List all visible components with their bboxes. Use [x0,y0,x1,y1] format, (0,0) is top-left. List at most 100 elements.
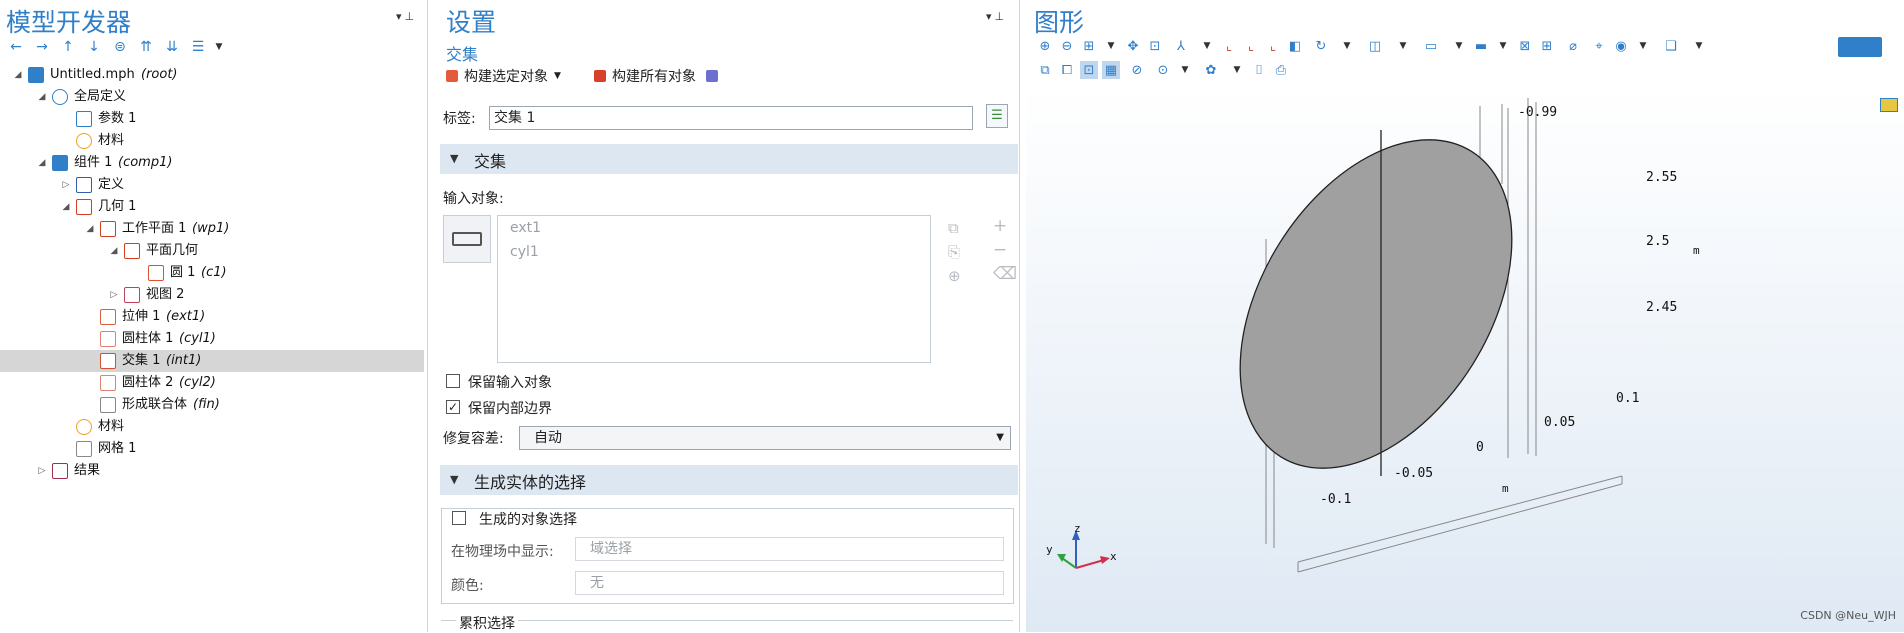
zoom-selection-icon[interactable]: ⊕ [948,264,961,288]
show-icon[interactable]: ⊜ [110,37,130,57]
expand-icon[interactable]: ▷ [108,284,120,306]
tree-node[interactable]: ◢ 几何 1 [0,196,424,218]
show-in-physics-select[interactable]: 域选择 [575,537,1004,561]
view-yz-icon[interactable]: ⌞ [1242,37,1260,55]
tree-node[interactable]: ◢ 组件 1 (comp1) [0,152,424,174]
select-domains-icon[interactable]: ▭ [1416,37,1446,55]
collapse-icon[interactable]: ◢ [12,64,24,86]
zoom-out-icon[interactable]: ⊖ [1058,37,1076,55]
collapse-icon[interactable]: ◢ [108,240,120,262]
chevron-down-icon[interactable]: ▼ [1102,37,1120,55]
zoom-box-icon[interactable]: ⊞ [1080,37,1098,55]
color-select[interactable]: 无 [575,571,1004,595]
collapse-icon[interactable]: ◢ [36,86,48,108]
tree-node[interactable]: ◢ Untitled.mph (root) [0,64,424,86]
clipping-icon[interactable]: ⊘ [1124,61,1150,79]
back-arrow-icon[interactable]: ← [6,37,26,57]
select-objects-icon[interactable]: ◫ [1360,37,1390,55]
chevron-down-icon[interactable]: ▼ [1690,37,1708,55]
tree-node[interactable]: ◢ 工作平面 1 (wp1) [0,218,424,240]
hide-icon[interactable]: ⌀ [1560,37,1586,55]
chevron-down-icon[interactable]: ▼ [1494,37,1512,55]
tree-node[interactable]: 圆 1 (c1) [0,262,424,284]
panel-menu-icon[interactable]: ▾⊥ [396,10,417,23]
expand-icon[interactable]: ▷ [36,460,48,482]
speaker-toggle-icon[interactable] [1838,37,1882,57]
tree-node[interactable]: 拉伸 1 (ext1) [0,306,424,328]
collapse-icon[interactable]: ◢ [60,196,72,218]
show-axes-icon[interactable]: ▦ [1102,61,1120,79]
chevron-down-icon[interactable]: ▼ [554,71,561,81]
zoom-in-icon[interactable]: ⊕ [1036,37,1054,55]
chevron-down-icon[interactable]: ▼ [1176,61,1194,79]
selection-toggle-button[interactable] [443,215,491,263]
visibility-icon[interactable]: ◉ [1612,37,1630,55]
tree-node[interactable]: 材料 [0,416,424,438]
move-down-icon[interactable]: ↓ [84,37,104,57]
section-intersection[interactable]: ▼ 交集 [440,144,1018,174]
pin-icon[interactable]: ⊥ [405,10,418,23]
collapse-icon[interactable]: ◢ [36,152,48,174]
select-boundaries-icon[interactable]: ▬ [1472,37,1490,55]
add-icon[interactable]: + [993,214,1017,238]
chevron-down-icon[interactable]: ▼ [1394,37,1412,55]
remove-icon[interactable]: − [993,238,1017,262]
paste-icon[interactable]: ⎘ [948,240,961,264]
transparency-icon[interactable]: ⊡ [1146,37,1164,55]
tree-node[interactable]: 形成联合体 (fin) [0,394,424,416]
chevron-down-icon[interactable]: ▼ [1228,61,1246,79]
build-selected-button[interactable]: 构建选定对象 ▼ [446,66,561,86]
tree-node[interactable]: ▷ 结果 [0,460,424,482]
tree-node[interactable]: ◢ 平面几何 [0,240,424,262]
chevron-down-icon[interactable]: ▼ [214,37,224,57]
zoom-selected-icon[interactable]: ⊠ [1516,37,1534,55]
tree-node[interactable]: 材料 [0,130,424,152]
tree-node[interactable]: ◢ 全局定义 [0,86,424,108]
camera-icon[interactable]: ⌷ [1250,61,1268,79]
wireframe-icon[interactable]: ⧉ [1036,61,1054,79]
keep-interior-checkbox[interactable]: ✓ [446,400,460,414]
tree-node[interactable]: 圆柱体 2 (cyl2) [0,372,424,394]
forward-arrow-icon[interactable]: → [32,37,52,57]
go-to-view-icon[interactable]: ◧ [1286,37,1304,55]
pin-icon[interactable]: ⊥ [995,10,1008,23]
repair-tolerance-select[interactable]: 自动 ▼ [519,426,1011,450]
chevron-down-icon[interactable]: ▼ [1450,37,1468,55]
tree-node[interactable]: 交集 1 (int1) [0,350,424,372]
image-snapshot-icon[interactable] [1880,98,1898,112]
clear-icon[interactable]: ⌫ [993,262,1017,286]
move-up-icon[interactable]: ↑ [58,37,78,57]
chevron-down-icon[interactable]: ▼ [1338,37,1356,55]
expand-all-icon[interactable]: ⇈ [136,37,156,57]
show-objects-icon[interactable]: ⌖ [1590,37,1608,55]
keep-input-checkbox[interactable] [446,374,460,388]
view-xy-icon[interactable]: ⌞ [1220,37,1238,55]
graphics-viewport[interactable] [1026,84,1904,632]
zoom-extents-icon[interactable]: ✥ [1124,37,1142,55]
select-all-icon[interactable]: ⊞ [1538,37,1556,55]
collapse-icon[interactable]: ◢ [84,218,96,240]
copy-icon[interactable]: ⧉ [948,216,961,240]
tree-node[interactable]: 参数 1 [0,108,424,130]
label-edit-icon[interactable]: ☰ [986,104,1008,128]
tree-node[interactable]: ▷ 视图 2 [0,284,424,306]
list-icon[interactable]: ☰ [188,37,208,57]
graphics-icon[interactable] [706,70,718,82]
measure-icon[interactable]: ⊙ [1154,61,1172,79]
build-all-button[interactable]: 构建所有对象 [594,66,718,86]
tree-node[interactable]: 圆柱体 1 (cyl1) [0,328,424,350]
chevron-down-icon[interactable]: ▼ [1198,37,1216,55]
view-xz-icon[interactable]: ⌞ [1264,37,1282,55]
expand-icon[interactable]: ▷ [60,174,72,196]
collapse-all-icon[interactable]: ⇊ [162,37,182,57]
transparency-2-icon[interactable]: ⧠ [1058,61,1076,79]
axes-icon[interactable]: ⅄ [1168,37,1194,55]
tree-node[interactable]: 网格 1 [0,438,424,460]
show-grid-icon[interactable]: ⊡ [1080,61,1098,79]
panel-menu-icon[interactable]: ▾⊥ [986,10,1007,23]
tree-node[interactable]: ▷ 定义 [0,174,424,196]
render-icon[interactable]: ✿ [1198,61,1224,79]
section-selections[interactable]: ▼ 生成实体的选择 [440,465,1018,495]
list-item[interactable]: cyl1 [510,244,539,260]
input-objects-list[interactable]: ext1 cyl1 [497,215,931,363]
